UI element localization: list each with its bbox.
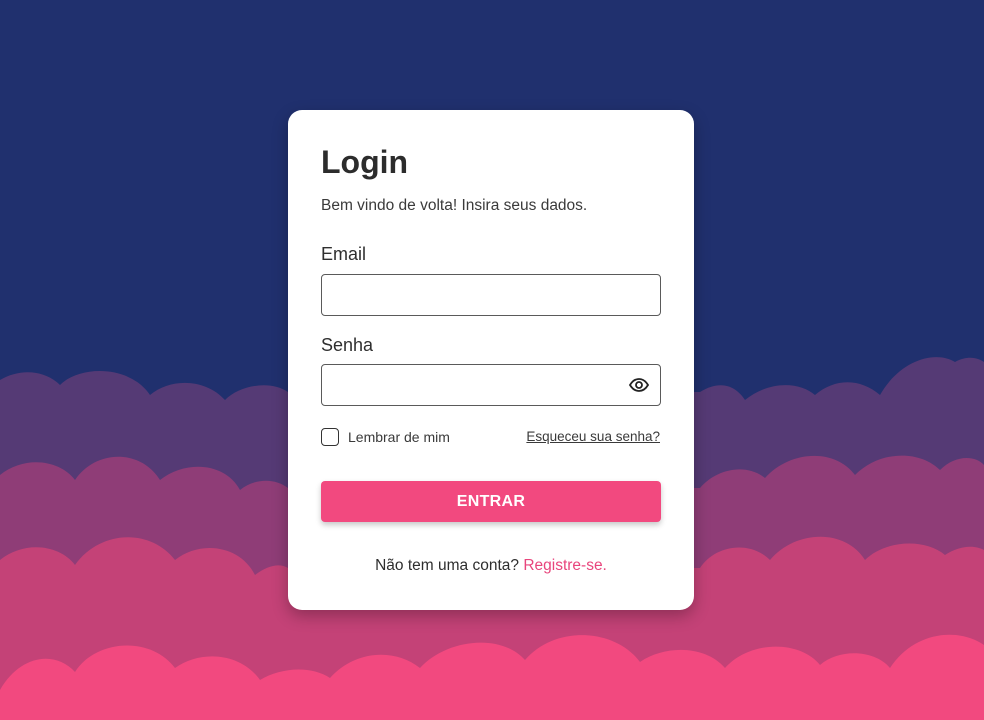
- login-submit-button[interactable]: ENTRAR: [321, 481, 661, 522]
- password-field-wrapper: [321, 364, 661, 406]
- remember-me-label: Lembrar de mim: [348, 429, 450, 445]
- login-subtitle: Bem vindo de volta! Insira seus dados.: [321, 197, 588, 214]
- password-label: Senha: [321, 335, 374, 355]
- email-field-wrapper: [321, 274, 661, 316]
- email-field[interactable]: [322, 275, 660, 315]
- forgot-password-link[interactable]: Esqueceu sua senha?: [526, 429, 660, 444]
- remember-me-checkbox[interactable]: [321, 428, 339, 446]
- signup-link[interactable]: Registre-se.: [523, 557, 607, 574]
- email-label: Email: [321, 244, 367, 264]
- eye-icon[interactable]: [628, 375, 650, 395]
- signup-prompt-text: Não tem uma conta?: [375, 557, 524, 574]
- signup-prompt: Não tem uma conta? Registre-se.: [288, 557, 694, 575]
- page-title: Login: [321, 144, 409, 180]
- remember-me-option[interactable]: Lembrar de mim: [321, 428, 450, 446]
- login-card: Login Bem vindo de volta! Insira seus da…: [288, 110, 694, 610]
- password-field[interactable]: [322, 365, 660, 405]
